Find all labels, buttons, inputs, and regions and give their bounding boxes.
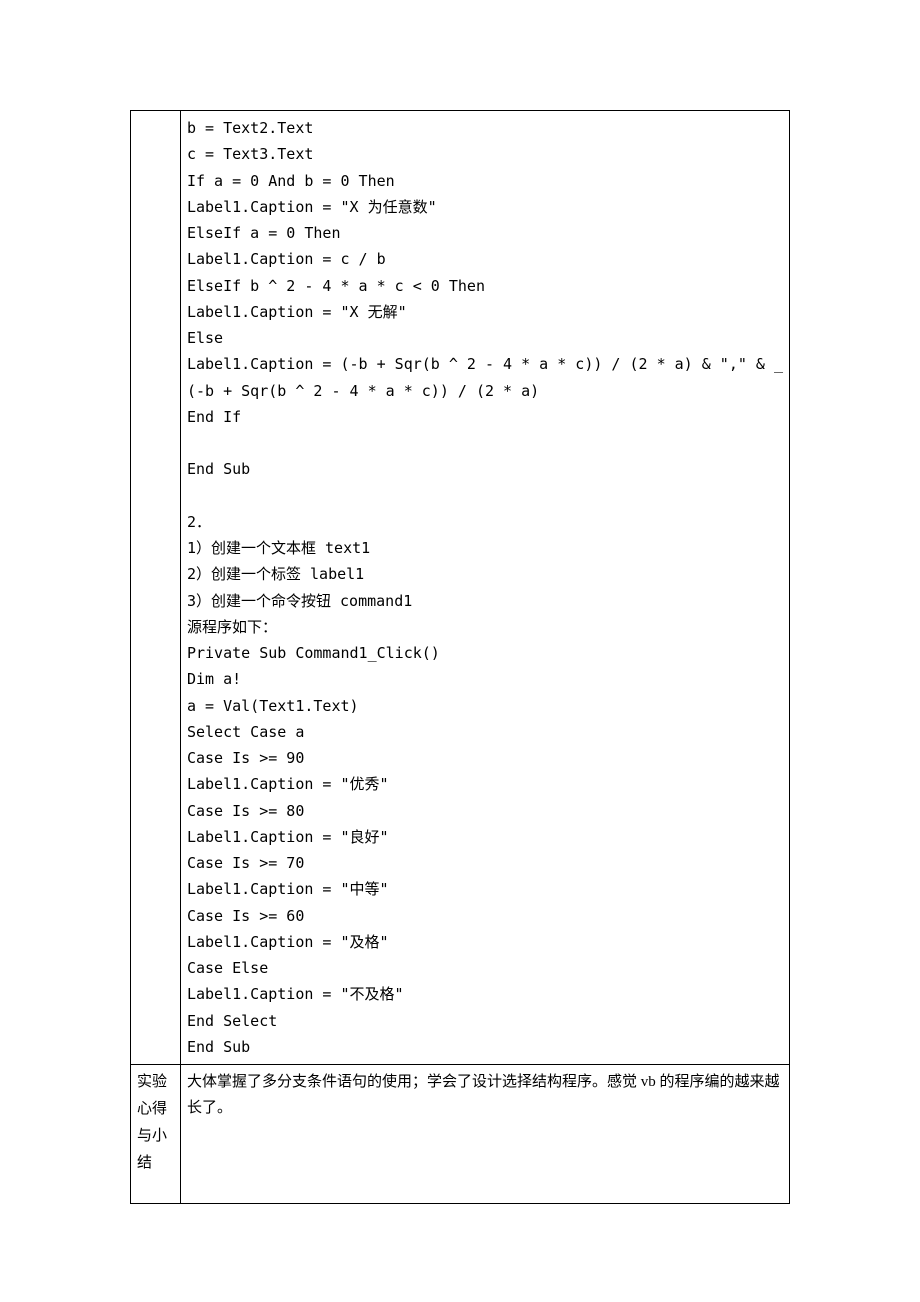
code-line: Select Case a	[187, 719, 783, 745]
code-line: Label1.Caption = c / b	[187, 246, 783, 272]
code-line: Label1.Caption = "良好"	[187, 824, 783, 850]
row2-text: 大体掌握了多分支条件语句的使用；学会了设计选择结构程序。感觉 vb 的程序编的越…	[187, 1074, 780, 1116]
code-line: Case Is >= 90	[187, 745, 783, 771]
code-line: Label1.Caption = "不及格"	[187, 981, 783, 1007]
code-line: Label1.Caption = (-b + Sqr(b ^ 2 - 4 * a…	[187, 351, 783, 377]
table-row: b = Text2.Textc = Text3.TextIf a = 0 And…	[131, 111, 790, 1065]
code-line: End Sub	[187, 1034, 783, 1060]
code-line: 源程序如下：	[187, 614, 783, 640]
code-line: Case Is >= 80	[187, 798, 783, 824]
code-line: End Select	[187, 1008, 783, 1034]
code-line: Label1.Caption = "X 无解"	[187, 299, 783, 325]
code-line: Dim a!	[187, 666, 783, 692]
code-line: Label1.Caption = "优秀"	[187, 771, 783, 797]
code-line: Case Else	[187, 955, 783, 981]
code-line: (-b + Sqr(b ^ 2 - 4 * a * c)) / (2 * a)	[187, 378, 783, 404]
code-line: c = Text3.Text	[187, 141, 783, 167]
code-block: b = Text2.Textc = Text3.TextIf a = 0 And…	[187, 115, 783, 1060]
code-line: a = Val(Text1.Text)	[187, 693, 783, 719]
code-line: ElseIf b ^ 2 - 4 * a * c < 0 Then	[187, 273, 783, 299]
code-line: 3）创建一个命令按钮 command1	[187, 588, 783, 614]
code-line	[187, 430, 783, 456]
code-line: 2）创建一个标签 label1	[187, 561, 783, 587]
code-line: 1）创建一个文本框 text1	[187, 535, 783, 561]
code-line: ElseIf a = 0 Then	[187, 220, 783, 246]
code-line	[187, 483, 783, 509]
code-line: Case Is >= 70	[187, 850, 783, 876]
row2-label-cell: 实验心得与小结	[131, 1065, 181, 1204]
table-row: 实验心得与小结 大体掌握了多分支条件语句的使用；学会了设计选择结构程序。感觉 v…	[131, 1065, 790, 1204]
code-line: 2．	[187, 509, 783, 535]
code-line: Label1.Caption = "中等"	[187, 876, 783, 902]
code-line: End Sub	[187, 456, 783, 482]
page: b = Text2.Textc = Text3.TextIf a = 0 And…	[0, 0, 920, 1284]
row1-content-cell: b = Text2.Textc = Text3.TextIf a = 0 And…	[180, 111, 789, 1065]
code-line: Else	[187, 325, 783, 351]
code-line: Label1.Caption = "及格"	[187, 929, 783, 955]
code-line: b = Text2.Text	[187, 115, 783, 141]
code-line: Private Sub Command1_Click()	[187, 640, 783, 666]
code-line: Label1.Caption = "X 为任意数"	[187, 194, 783, 220]
row2-content-cell: 大体掌握了多分支条件语句的使用；学会了设计选择结构程序。感觉 vb 的程序编的越…	[180, 1065, 789, 1204]
row2-label: 实验心得与小结	[137, 1074, 167, 1171]
code-line: If a = 0 And b = 0 Then	[187, 168, 783, 194]
code-line: Case Is >= 60	[187, 903, 783, 929]
row1-label-cell	[131, 111, 181, 1065]
document-table: b = Text2.Textc = Text3.TextIf a = 0 And…	[130, 110, 790, 1204]
code-line: End If	[187, 404, 783, 430]
